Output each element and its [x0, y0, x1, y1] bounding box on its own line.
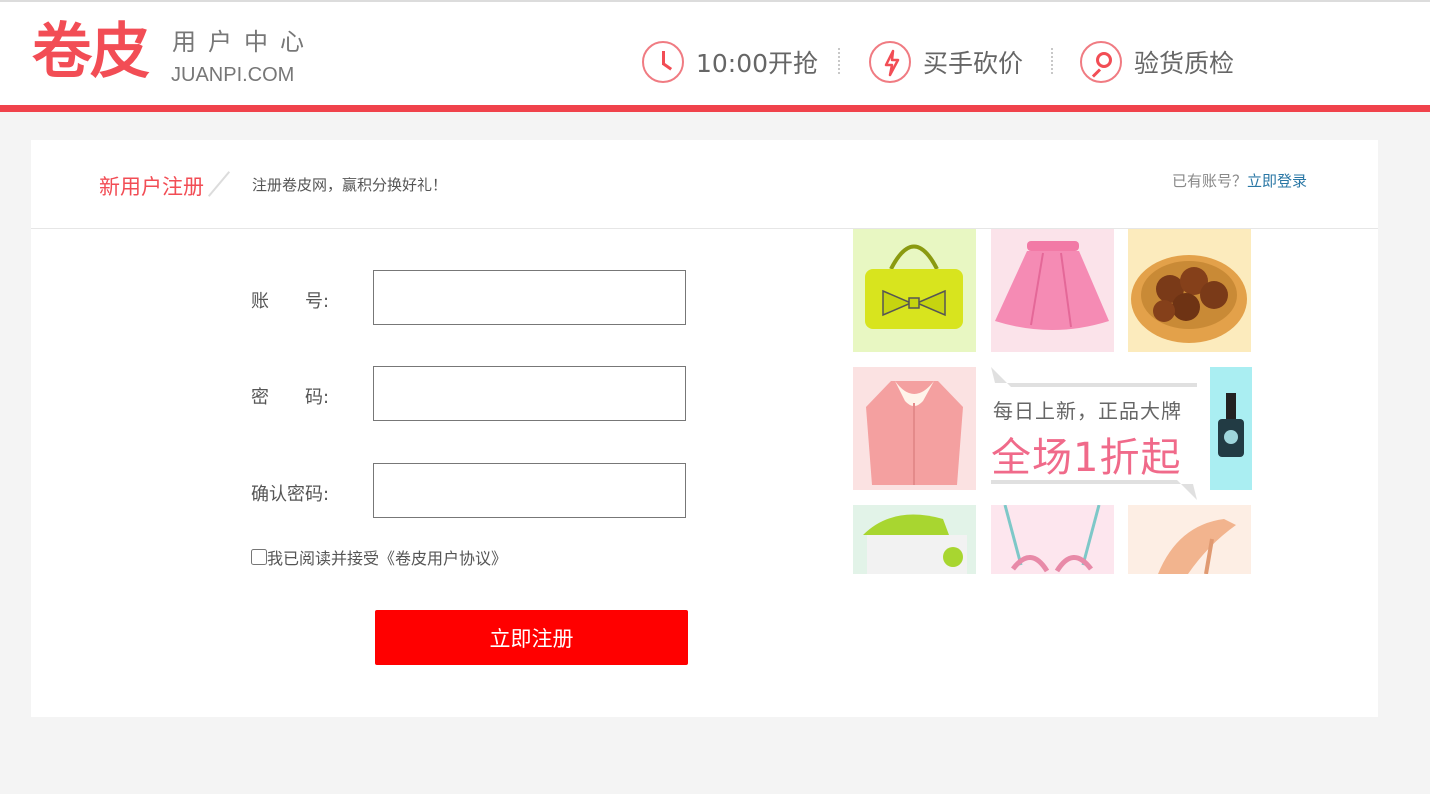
clock-icon	[642, 41, 684, 83]
product-cardigan-image	[853, 367, 976, 490]
title-divider	[207, 171, 231, 197]
login-prompt: 已有账号？立即登录	[1172, 170, 1307, 191]
feature-bargain: 买手砍价	[869, 40, 1023, 84]
password-label: 密 码:	[251, 387, 330, 408]
confirm-password-input[interactable]	[373, 463, 686, 518]
product-chestnut-image	[1128, 229, 1251, 352]
feature-label: 买手砍价	[923, 49, 1024, 78]
agreement-text[interactable]: 我已阅读并接受《卷皮用户协议》	[267, 545, 507, 569]
magnifier-icon	[1080, 41, 1122, 83]
promo-line-1: 每日上新，正品大牌	[993, 399, 1182, 423]
product-nailpolish-image	[1210, 367, 1252, 490]
promo-line-2: 全场1折起	[991, 435, 1182, 481]
feature-inspection: 验货质检	[1080, 40, 1234, 84]
logo-text[interactable]: 卷皮	[32, 20, 150, 84]
account-label: 账 号:	[251, 291, 330, 312]
account-input[interactable]	[373, 270, 686, 325]
site-header: 卷皮 用户中心 JUANPI.COM 10:00开抢 买手砍价 验货质检	[0, 2, 1430, 105]
product-heels-image	[1128, 505, 1251, 574]
product-bag-image	[853, 229, 976, 352]
confirm-password-label: 确认密码:	[251, 484, 330, 505]
register-header: 新用户注册 注册卷皮网，赢积分换好礼！ 已有账号？立即登录	[31, 140, 1378, 229]
lightning-icon	[869, 41, 911, 83]
product-lingerie-image	[991, 505, 1114, 574]
register-button[interactable]: 立即注册	[375, 610, 688, 665]
register-card: 新用户注册 注册卷皮网，赢积分换好礼！ 已有账号？立即登录 账 号: 密 码: …	[31, 140, 1378, 717]
promo-banner: 每日上新，正品大牌 全场1折起	[991, 367, 1197, 500]
logo-domain: JUANPI.COM	[171, 64, 295, 86]
page-title: 新用户注册	[99, 175, 204, 199]
logo-subtitle: 用户中心	[172, 28, 316, 56]
agreement-row: 我已阅读并接受《卷皮用户协议》	[251, 545, 507, 569]
password-input[interactable]	[373, 366, 686, 421]
product-appliance-image	[853, 505, 976, 574]
page-subtitle: 注册卷皮网，赢积分换好礼！	[252, 176, 448, 194]
divider	[1051, 48, 1053, 74]
product-skirt-image	[991, 229, 1114, 352]
login-link[interactable]: 立即登录	[1247, 172, 1307, 190]
header-red-bar	[0, 105, 1430, 112]
feature-label: 10:00开抢	[696, 49, 819, 78]
agreement-checkbox[interactable]	[251, 549, 267, 565]
feature-label: 验货质检	[1134, 49, 1235, 78]
have-account-text: 已有账号？	[1171, 172, 1247, 190]
divider	[838, 48, 840, 74]
feature-flash-sale: 10:00开抢	[642, 40, 818, 84]
